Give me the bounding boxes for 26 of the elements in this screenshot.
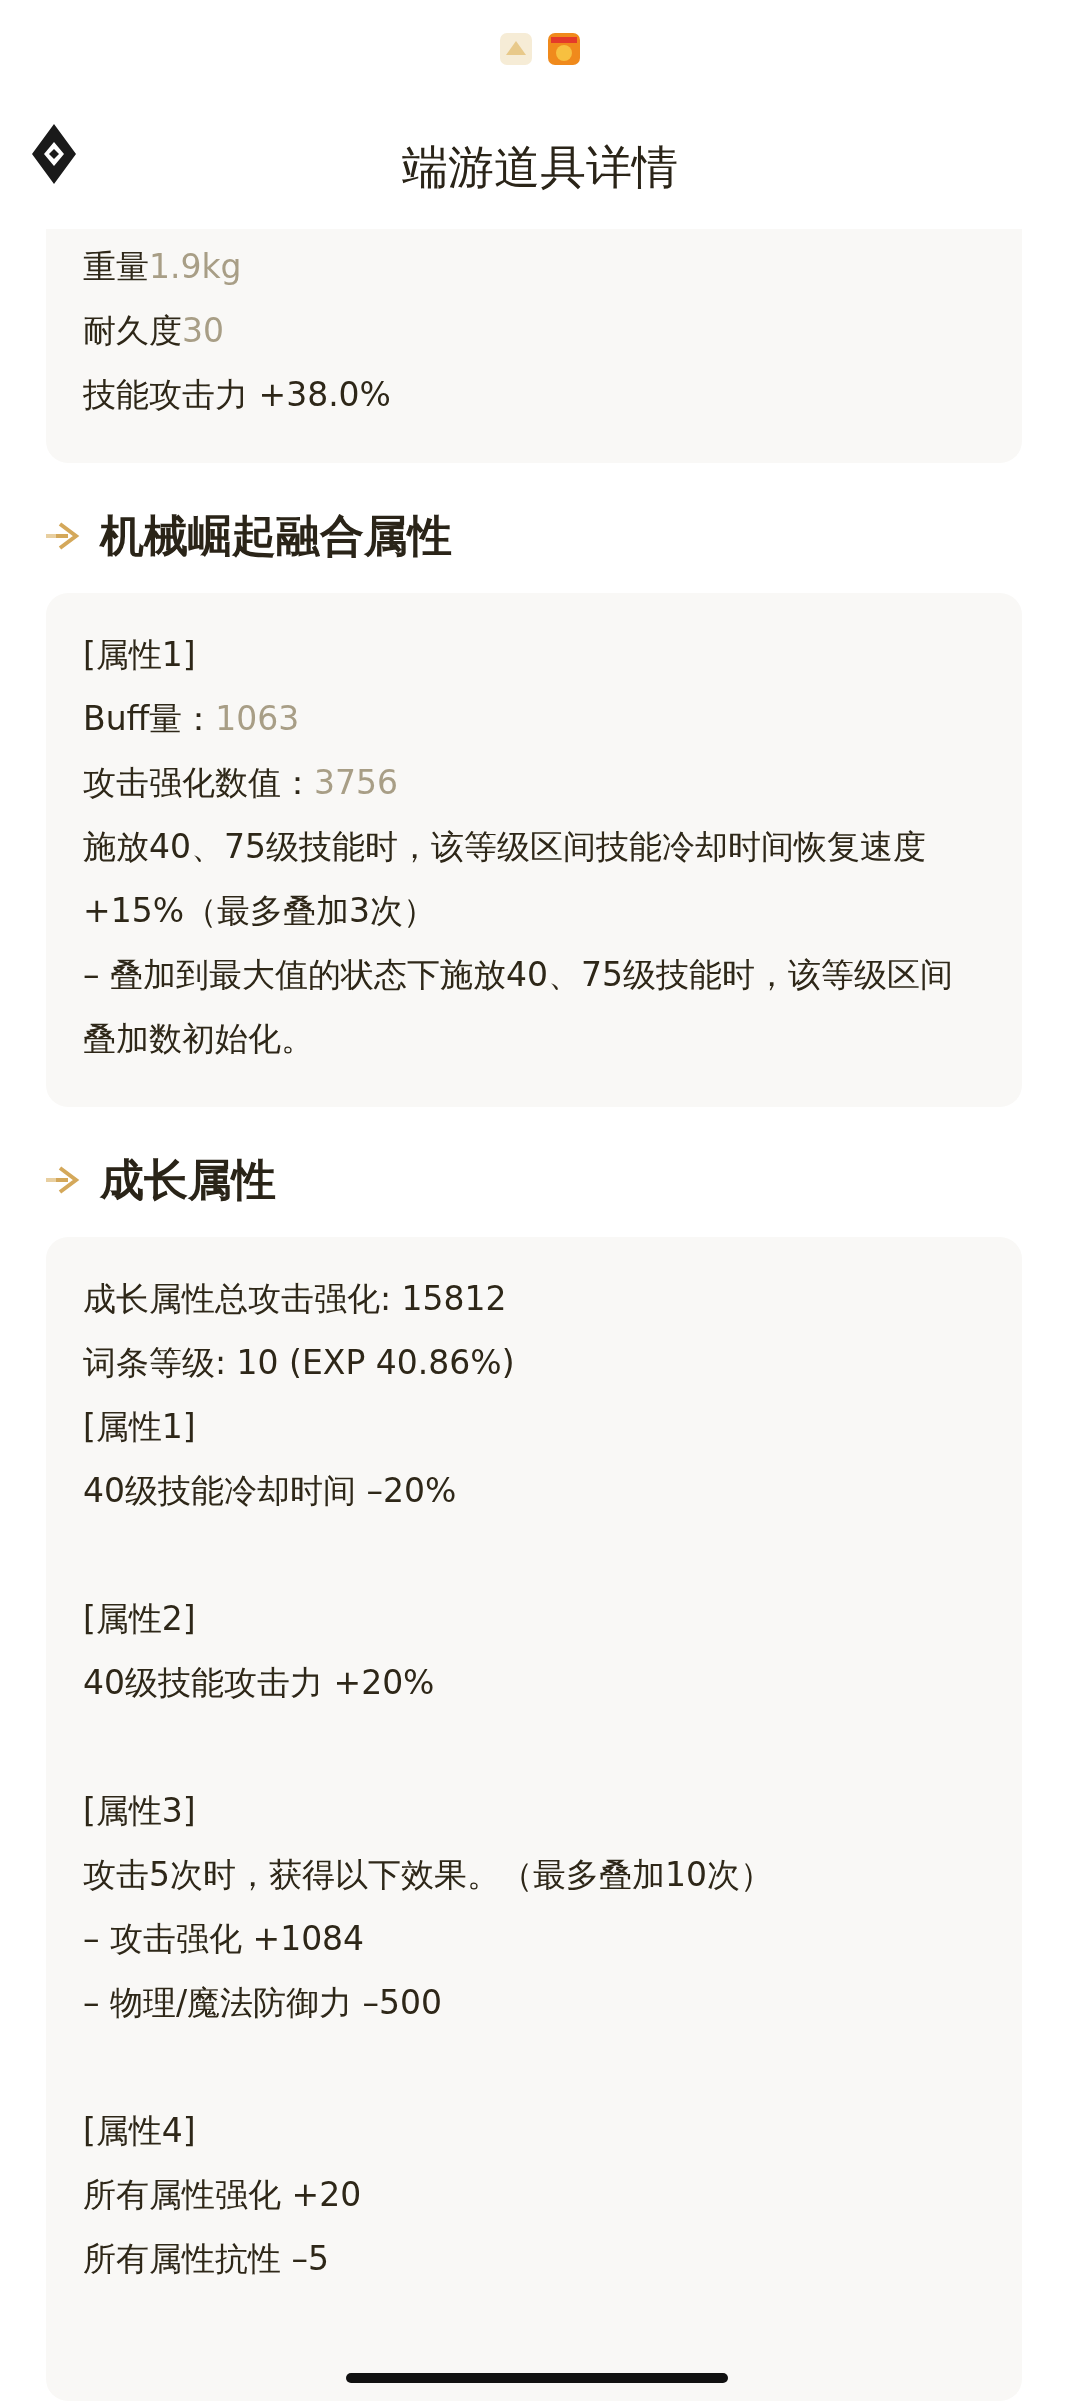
attribute-text: 所有属性强化 +20 <box>83 2174 363 2216</box>
attribute-text: [属性1] <box>83 1406 197 1448</box>
attribute-text: 所有属性抗性 –5 <box>83 2238 330 2280</box>
attribute-text: 攻击强化数值：3756 <box>83 762 399 804</box>
attribute-text: 技能攻击力 +38.0% <box>83 374 392 416</box>
attribute-text: 耐久度30 <box>83 310 225 352</box>
attribute-text: – 攻击强化 +1084 <box>83 1918 366 1960</box>
attribute-text: 重量1.9kg <box>83 246 243 288</box>
attribute-text: 40级技能冷却时间 –20% <box>83 1470 458 1512</box>
attribute-text: 词条等级: 10 (EXP 40.86%) <box>83 1342 516 1384</box>
attribute-text: [属性4] <box>83 2110 197 2152</box>
attribute-text: [属性2] <box>83 1598 197 1640</box>
attribute-text: 施放40、75级技能时，该等级区间技能冷却时间恢复速度 +15%（最多叠加3次） <box>83 826 927 932</box>
attribute-text: Buff量：1063 <box>83 698 301 740</box>
attribute-text: – 物理/魔法防御力 –500 <box>83 1982 444 2024</box>
section-heading: 成长属性 <box>100 1152 276 1207</box>
attribute-text: [属性1] <box>83 634 197 676</box>
attribute-text: 40级技能攻击力 +20% <box>83 1662 436 1704</box>
page-title: 端游道具详情 <box>402 139 678 197</box>
app-icon <box>548 32 580 65</box>
section-heading: 机械崛起融合属性 <box>100 508 452 563</box>
attribute-text: 攻击5次时，获得以下效果。（最多叠加10次） <box>83 1854 774 1896</box>
app-icon <box>500 32 532 65</box>
attribute-text: – 叠加到最大值的状态下施放40、75级技能时，该等级区间叠加数初始化。 <box>83 954 954 1060</box>
attribute-text: [属性3] <box>83 1790 197 1832</box>
attribute-text: 成长属性总攻击强化: 15812 <box>83 1278 508 1320</box>
